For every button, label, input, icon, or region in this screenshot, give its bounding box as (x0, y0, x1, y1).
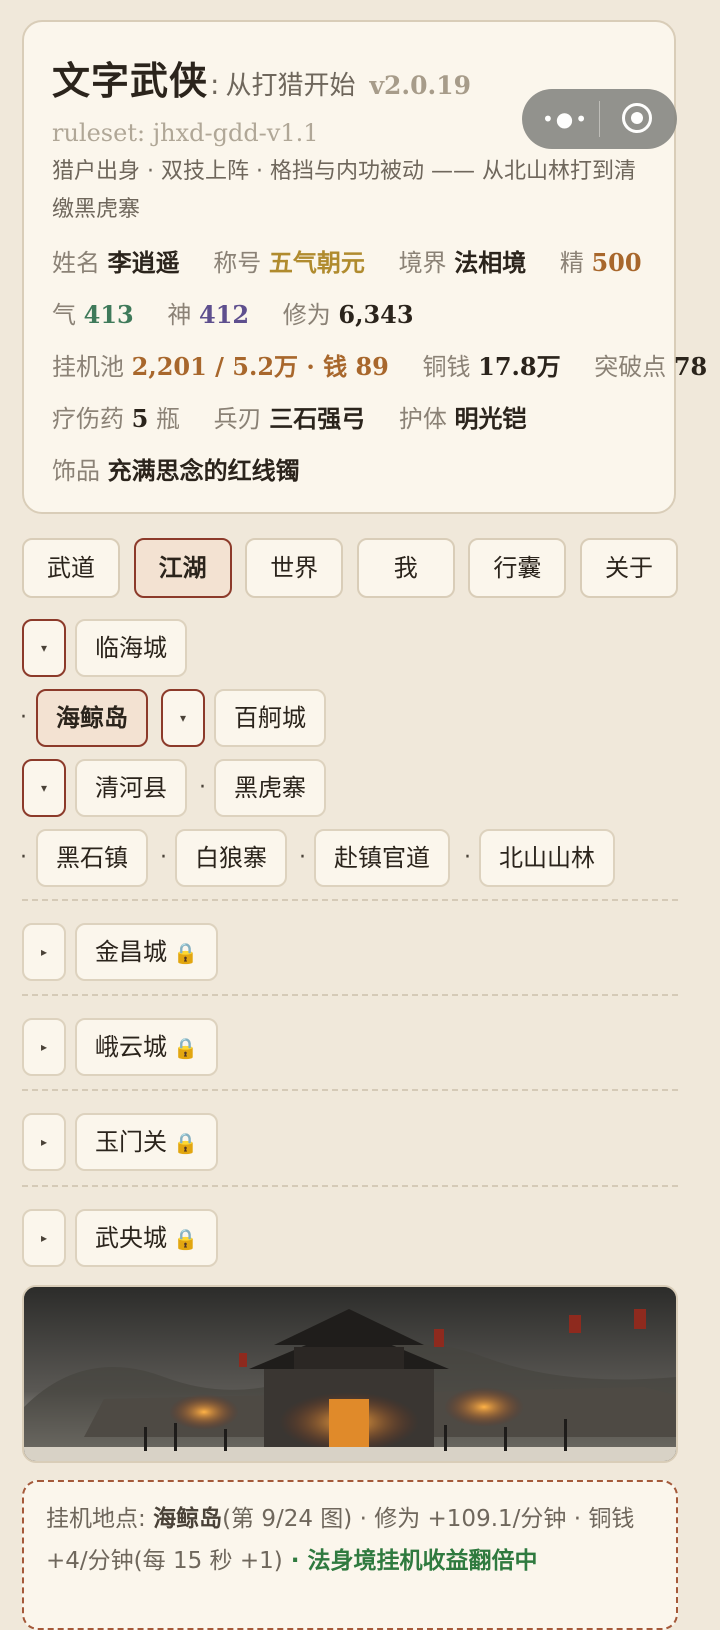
fortress-painting (24, 1287, 676, 1461)
pool-value: 2,201 / 5.2万 · 钱 89 (131, 352, 389, 381)
location-haijing-selected[interactable]: 海鲸岛 (36, 689, 148, 747)
location-jinchang-locked[interactable]: 金昌城 🔒 (75, 923, 218, 981)
close-target-icon[interactable] (622, 103, 652, 133)
expand-eyun-toggle[interactable]: ▸ (22, 1018, 66, 1076)
lock-icon: 🔒 (173, 941, 198, 965)
qi-label: 气 (52, 301, 76, 329)
shen-value: 412 (199, 300, 250, 329)
idle-location-label: 挂机地点: (46, 1506, 146, 1532)
title-colon: : (210, 68, 220, 101)
character-title: 五气朝元 (268, 249, 365, 277)
stats-panel: 姓名 李逍遥 称号 五气朝元 境界 法相境 精 500 气 413 神 412 … (52, 237, 707, 497)
section-divider (22, 994, 678, 996)
copper-value: 17.8万 (478, 352, 561, 381)
tab-about[interactable]: 关于 (579, 538, 678, 598)
location-yumen-locked[interactable]: 玉门关 🔒 (75, 1113, 218, 1171)
weapon-value: 三石强弓 (269, 405, 366, 433)
tab-world[interactable]: 世界 (245, 538, 344, 598)
breakthrough-value: 78 (673, 352, 708, 381)
tab-bag[interactable]: 行囊 (468, 538, 567, 598)
expand-linhai-toggle[interactable]: ▾ (22, 619, 66, 677)
armor-label: 护体 (398, 405, 447, 433)
location-linhai[interactable]: 临海城 (75, 619, 187, 677)
stat-line-4: 疗伤药 5 瓶 兵刃 三石强弓 护体 明光铠 (52, 393, 646, 445)
expand-jinchang-toggle[interactable]: ▸ (22, 923, 66, 981)
location-name: 峨云城 (95, 1033, 167, 1061)
xiuwei-value: 6,343 (338, 300, 414, 329)
location-name: 武央城 (95, 1224, 167, 1252)
tab-me[interactable]: 我 (356, 538, 455, 598)
app-version: v2.0.19 (369, 71, 471, 100)
character-realm: 法相境 (454, 249, 527, 277)
name-label: 姓名 (52, 249, 100, 277)
pool-label: 挂机池 (52, 353, 124, 381)
location-eyun-locked[interactable]: 峨云城 🔒 (75, 1018, 218, 1076)
location-banner-image (22, 1285, 678, 1463)
idle-status-box: 挂机地点: 海鲸岛(第 9/24 图) · 修为 +109.1/分钟 · 铜钱 … (22, 1480, 678, 1630)
location-wuyang-locked[interactable]: 武央城 🔒 (75, 1209, 218, 1267)
armor-value: 明光铠 (454, 405, 527, 433)
qi-value: 413 (83, 300, 134, 329)
main-tabs: 武道 江湖 世界 我 行囊 关于 (22, 538, 678, 598)
lock-icon: 🔒 (173, 1227, 198, 1251)
section-divider (22, 899, 678, 901)
tree-dot: · (464, 845, 471, 870)
expand-qinghe-toggle[interactable]: ▾ (22, 759, 66, 817)
stat-line-2: 气 413 神 412 修为 6,343 (52, 289, 646, 341)
location-baige[interactable]: 百舸城 (214, 689, 326, 747)
tab-wudao[interactable]: 武道 (22, 538, 120, 598)
location-name: 金昌城 (95, 938, 167, 966)
location-qinghe[interactable]: 清河县 (75, 759, 187, 817)
more-dots-icon[interactable]: •●• (542, 107, 589, 131)
accessory-label: 饰品 (52, 457, 100, 485)
stat-line-5: 饰品 充满思念的红线镯 (52, 445, 646, 497)
location-beishan[interactable]: 北山山林 (479, 829, 615, 887)
potion-unit: 瓶 (155, 405, 180, 433)
breakthrough-label: 突破点 (594, 353, 667, 381)
character-name: 李逍遥 (107, 249, 180, 277)
location-name: 玉门关 (95, 1128, 167, 1156)
mini-program-capsule: •●• (522, 89, 677, 149)
tree-dot: · (199, 775, 206, 800)
copper-label: 铜钱 (422, 353, 471, 381)
tree-dot: · (20, 845, 27, 870)
potion-count: 5 (131, 404, 149, 433)
tree-dot: · (20, 705, 27, 730)
location-bailang[interactable]: 白狼寨 (175, 829, 287, 887)
tree-dot: · (160, 845, 167, 870)
idle-location-name: 海鲸岛 (153, 1506, 223, 1532)
potion-label: 疗伤药 (52, 405, 124, 433)
expand-wuyang-toggle[interactable]: ▸ (22, 1209, 66, 1267)
idle-map-index: (第 9/24 图) (222, 1506, 353, 1532)
location-fuzhen[interactable]: 赴镇官道 (314, 829, 450, 887)
accessory-value: 充满思念的红线镯 (107, 457, 300, 485)
stat-line-3: 挂机池 2,201 / 5.2万 · 钱 89 铜钱 17.8万 突破点 78 (52, 341, 707, 393)
lock-icon: 🔒 (173, 1036, 198, 1060)
jing-value: 500 (591, 248, 642, 277)
location-heihu[interactable]: 黑虎寨 (214, 759, 326, 817)
game-description: 猎户出身 · 双技上阵 · 格挡与内功被动 —— 从北山林打到清缴黑虎寨 (52, 159, 636, 222)
idle-bonus-text: · 法身境挂机收益翻倍中 (282, 1548, 538, 1574)
app-subtitle: 从打猎开始 (225, 71, 356, 101)
app-title: 文字武侠 (52, 59, 209, 103)
tab-jianghu[interactable]: 江湖 (133, 538, 232, 598)
stat-line-1: 姓名 李逍遥 称号 五气朝元 境界 法相境 精 500 (52, 237, 646, 289)
lock-icon: 🔒 (173, 1131, 198, 1155)
section-divider (22, 1089, 678, 1091)
section-divider (22, 1185, 678, 1187)
title-label: 称号 (213, 249, 262, 277)
realm-label: 境界 (398, 249, 447, 277)
capsule-divider (599, 101, 600, 137)
shen-label: 神 (167, 301, 192, 329)
jing-label: 精 (559, 249, 584, 277)
expand-baige-toggle[interactable]: ▾ (161, 689, 205, 747)
location-heishi[interactable]: 黑石镇 (36, 829, 148, 887)
weapon-label: 兵刃 (213, 405, 262, 433)
xiuwei-label: 修为 (282, 301, 331, 329)
tree-dot: · (299, 845, 306, 870)
expand-yumen-toggle[interactable]: ▸ (22, 1113, 66, 1171)
